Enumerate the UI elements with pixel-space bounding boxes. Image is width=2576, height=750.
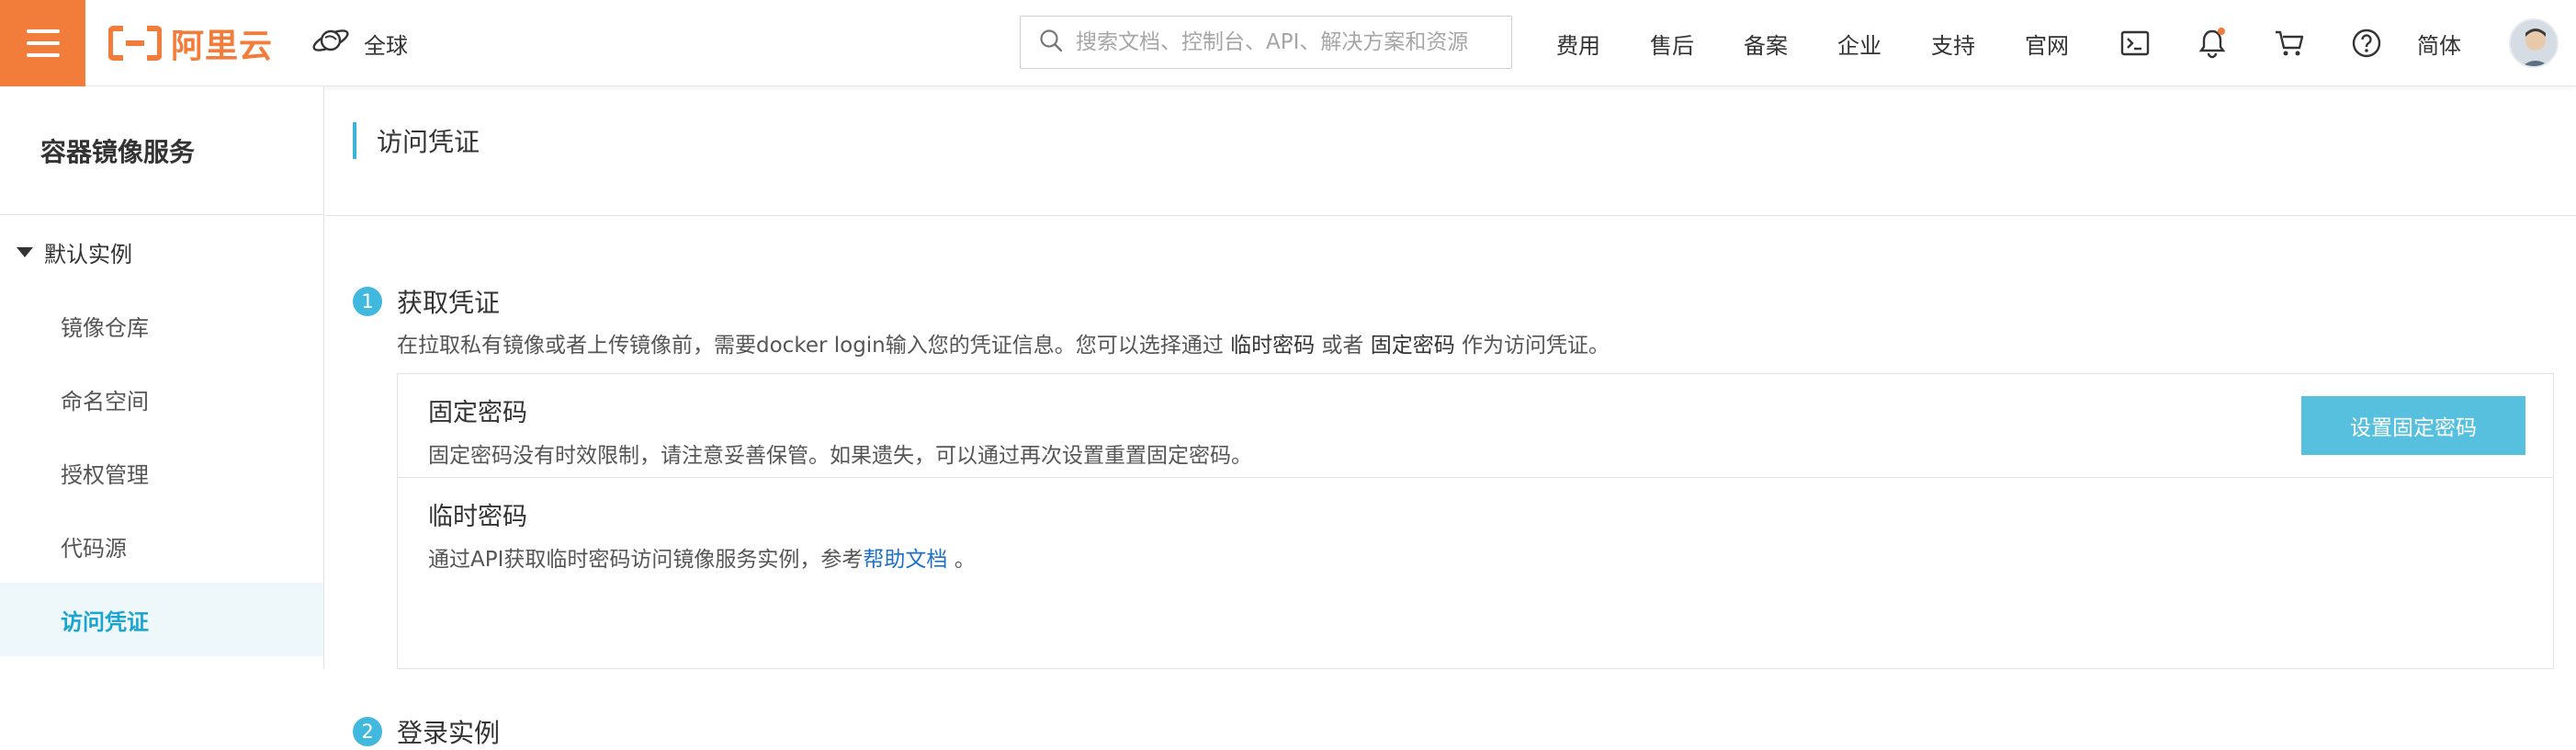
desc-text: 在拉取私有镜像或者上传镜像前，需要docker login输入您的凭证信息。您可… bbox=[397, 334, 1231, 358]
step-1-description: 在拉取私有镜像或者上传镜像前，需要docker login输入您的凭证信息。您可… bbox=[397, 327, 1610, 358]
temp-desc-suffix: 。 bbox=[947, 548, 976, 572]
fixed-password-title: 固定密码 bbox=[428, 399, 527, 427]
help-doc-link[interactable]: 帮助文档 bbox=[863, 548, 947, 572]
help-icon[interactable] bbox=[2350, 27, 2383, 60]
desc-temp-password: 临时密码 bbox=[1230, 334, 1316, 358]
sidebar-title: 容器镜像服务 bbox=[0, 86, 323, 215]
temp-password-title: 临时密码 bbox=[428, 503, 527, 531]
sidebar-item-access-credentials[interactable]: 访问凭证 bbox=[0, 583, 323, 656]
nav-fees[interactable]: 费用 bbox=[1556, 28, 1600, 60]
aliyun-logo[interactable]: 阿里云 bbox=[107, 22, 274, 65]
sidebar-item-code-source[interactable]: 代码源 bbox=[0, 509, 323, 583]
fixed-password-row: 固定密码 固定密码没有时效限制，请注意妥善保管。如果遗失，可以通过再次设置重置固… bbox=[398, 374, 2553, 477]
sidebar-item-namespaces[interactable]: 命名空间 bbox=[0, 362, 323, 436]
temp-desc-text: 通过API获取临时密码访问镜像服务实例，参考 bbox=[428, 548, 864, 572]
region-label: 全球 bbox=[364, 32, 408, 59]
desc-text: 作为访问凭证。 bbox=[1454, 334, 1610, 358]
sidebar-item-authorization[interactable]: 授权管理 bbox=[0, 436, 323, 509]
nav-icp-filing[interactable]: 备案 bbox=[1744, 28, 1788, 60]
region-selector[interactable]: 全球 bbox=[311, 22, 408, 64]
sidebar-group-default-instance[interactable]: 默认实例 bbox=[0, 215, 323, 289]
main-content: 访问凭证 1 获取凭证 在拉取私有镜像或者上传镜像前，需要docker logi… bbox=[325, 86, 2576, 748]
step-number-badge: 2 bbox=[353, 717, 382, 746]
credential-options-card: 固定密码 固定密码没有时效限制，请注意妥善保管。如果遗失，可以通过再次设置重置固… bbox=[397, 373, 2554, 669]
aliyun-logo-icon bbox=[107, 25, 163, 62]
desc-fixed-password: 固定密码 bbox=[1370, 334, 1455, 358]
title-accent-bar bbox=[353, 122, 356, 159]
step-2-header: 2 登录实例 bbox=[353, 713, 500, 750]
avatar[interactable] bbox=[2509, 18, 2559, 68]
caret-down-icon bbox=[17, 246, 33, 257]
temp-password-row: 临时密码 通过API获取临时密码访问镜像服务实例，参考帮助文档 。 bbox=[398, 477, 2553, 580]
hamburger-menu-button[interactable] bbox=[0, 0, 85, 86]
sidebar-item-repositories[interactable]: 镜像仓库 bbox=[0, 289, 323, 362]
search-box[interactable] bbox=[1020, 16, 1512, 69]
logo-text: 阿里云 bbox=[171, 28, 274, 65]
sidebar: 容器镜像服务 默认实例 镜像仓库 命名空间 授权管理 代码源 访问凭证 bbox=[0, 86, 324, 669]
terminal-icon[interactable] bbox=[2118, 27, 2152, 60]
desc-text: 或者 bbox=[1315, 334, 1371, 358]
step-title: 获取凭证 bbox=[397, 288, 501, 318]
language-switch[interactable]: 简体 bbox=[2417, 28, 2461, 60]
top-bar: 阿里云 全球 费用 售后 备案 企业 支持 官网 bbox=[0, 0, 2576, 86]
step-title: 登录实例 bbox=[397, 718, 501, 748]
temp-password-desc: 通过API获取临时密码访问镜像服务实例，参考帮助文档 。 bbox=[428, 541, 2523, 573]
fixed-password-desc: 固定密码没有时效限制，请注意妥善保管。如果遗失，可以通过再次设置重置固定密码。 bbox=[428, 444, 1252, 468]
globe-icon bbox=[311, 25, 351, 62]
sidebar-group-label: 默认实例 bbox=[44, 241, 132, 267]
nav-after-sales[interactable]: 售后 bbox=[1650, 28, 1694, 60]
nav-support[interactable]: 支持 bbox=[1931, 28, 1975, 60]
step-1-header: 1 获取凭证 bbox=[353, 283, 500, 320]
page-title: 访问凭证 bbox=[377, 127, 480, 157]
page-header: 访问凭证 bbox=[325, 86, 2576, 216]
bell-icon[interactable] bbox=[2196, 27, 2229, 60]
nav-official-site[interactable]: 官网 bbox=[2025, 28, 2069, 60]
set-fixed-password-button[interactable]: 设置固定密码 bbox=[2301, 396, 2525, 455]
top-nav: 费用 售后 备案 企业 支持 官网 bbox=[1556, 0, 2383, 86]
step-number-badge: 1 bbox=[353, 287, 382, 316]
search-icon bbox=[1039, 28, 1063, 56]
cart-icon[interactable] bbox=[2273, 27, 2306, 60]
search-input[interactable] bbox=[1076, 30, 1498, 54]
nav-enterprise[interactable]: 企业 bbox=[1837, 28, 1881, 60]
